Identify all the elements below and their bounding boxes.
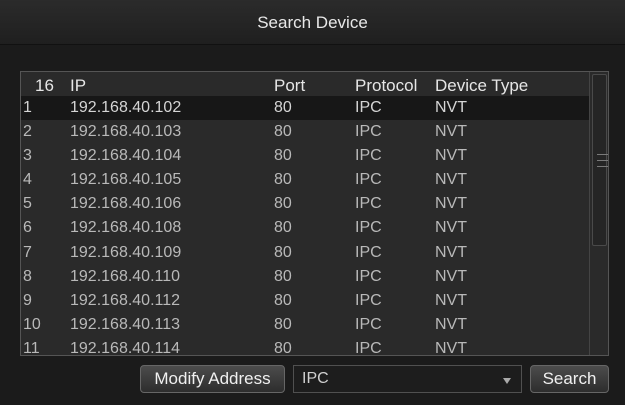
row-protocol: IPC <box>355 291 382 309</box>
row-index: 10 <box>23 315 41 333</box>
row-port: 80 <box>274 267 292 285</box>
row-index: 3 <box>23 147 32 165</box>
row-device-type: NVT <box>435 267 467 285</box>
row-ip: 192.168.40.114 <box>70 339 181 356</box>
row-index: 8 <box>23 267 32 285</box>
title-bar: Search Device <box>0 0 625 45</box>
row-port: 80 <box>274 339 292 356</box>
row-protocol: IPC <box>355 147 382 165</box>
protocol-select[interactable]: IPC <box>293 365 522 393</box>
table-row[interactable]: 2 192.168.40.103 80 IPC NVT <box>21 120 589 144</box>
row-protocol: IPC <box>355 243 382 261</box>
table-row[interactable]: 10 192.168.40.113 80 IPC NVT <box>21 313 589 337</box>
row-index: 7 <box>23 243 32 261</box>
row-index: 2 <box>23 123 32 141</box>
row-device-type: NVT <box>435 315 467 333</box>
row-device-type: NVT <box>435 99 467 116</box>
row-ip: 192.168.40.112 <box>70 291 181 309</box>
row-port: 80 <box>274 243 292 261</box>
table-row[interactable]: 7 192.168.40.109 80 IPC NVT <box>21 241 589 265</box>
table-row[interactable]: 9 192.168.40.112 80 IPC NVT <box>21 289 589 313</box>
row-index: 11 <box>23 339 40 356</box>
chevron-down-icon[interactable] <box>503 378 511 384</box>
port-column-header: Port <box>274 76 306 95</box>
row-device-type: NVT <box>435 339 467 356</box>
table-row[interactable]: 4 192.168.40.105 80 IPC NVT <box>21 168 589 192</box>
search-device-dialog: Search Device 16 IP Port Protocol Device… <box>0 0 625 405</box>
scroll-thumb[interactable] <box>592 74 608 246</box>
row-protocol: IPC <box>355 267 382 285</box>
row-protocol: IPC <box>355 219 382 237</box>
row-device-type: NVT <box>435 219 467 237</box>
row-device-type: NVT <box>435 147 467 165</box>
row-device-type: NVT <box>435 291 467 309</box>
protocol-select-value: IPC <box>302 370 329 387</box>
row-index: 4 <box>23 171 32 189</box>
row-port: 80 <box>274 195 292 213</box>
row-device-type: NVT <box>435 195 467 213</box>
table-row[interactable]: 6 192.168.40.108 80 IPC NVT <box>21 216 589 240</box>
device-rows: 1 192.168.40.102 80 IPC NVT 2 192.168.40.103 80… <box>21 96 589 356</box>
row-index: 6 <box>23 219 32 237</box>
row-protocol: IPC <box>355 123 382 141</box>
row-port: 80 <box>274 219 292 237</box>
table-row[interactable]: 3 192.168.40.104 80 IPC NVT <box>21 144 589 168</box>
device-count: 16 <box>35 76 54 95</box>
modify-address-button[interactable]: Modify Address <box>140 365 285 393</box>
device-list[interactable]: 16 IP Port Protocol Device Type 1 192.168… <box>20 71 609 356</box>
ip-column-header: IP <box>70 76 87 95</box>
row-index: 1 <box>23 99 32 116</box>
row-index: 5 <box>23 195 32 213</box>
protocol-column-header: Protocol <box>355 76 418 95</box>
row-ip: 192.168.40.103 <box>70 123 182 141</box>
row-ip: 192.168.40.106 <box>70 195 182 213</box>
row-port: 80 <box>274 291 292 309</box>
row-protocol: IPC <box>355 171 382 189</box>
row-port: 80 <box>274 99 292 116</box>
row-device-type: NVT <box>435 123 467 141</box>
table-row[interactable]: 11 192.168.40.114 80 IPC NVT <box>21 337 589 356</box>
row-ip: 192.168.40.104 <box>70 147 182 165</box>
table-row[interactable]: 1 192.168.40.102 80 IPC NVT <box>21 96 589 121</box>
row-device-type: NVT <box>435 171 467 189</box>
row-protocol: IPC <box>355 195 382 213</box>
row-ip: 192.168.40.109 <box>70 243 182 261</box>
table-row[interactable]: 8 192.168.40.110 80 IPC NVT <box>21 265 589 289</box>
row-protocol: IPC <box>355 315 382 333</box>
row-protocol: IPC <box>355 99 382 116</box>
device-type-column-header: Device Type <box>435 76 529 95</box>
grip-icon <box>597 154 608 167</box>
row-ip: 192.168.40.102 <box>70 99 182 116</box>
row-ip: 192.168.40.105 <box>70 171 182 189</box>
row-ip: 192.168.40.113 <box>70 315 181 333</box>
row-device-type: NVT <box>435 243 467 261</box>
row-index: 9 <box>23 291 32 309</box>
row-port: 80 <box>274 171 292 189</box>
scrollbar[interactable] <box>589 72 608 355</box>
row-protocol: IPC <box>355 339 382 356</box>
row-port: 80 <box>274 147 292 165</box>
row-port: 80 <box>274 315 292 333</box>
table-row[interactable]: 5 192.168.40.106 80 IPC NVT <box>21 192 589 216</box>
row-port: 80 <box>274 123 292 141</box>
table-header: 16 IP Port Protocol Device Type <box>21 72 589 96</box>
dialog-title: Search Device <box>257 13 368 32</box>
row-ip: 192.168.40.110 <box>70 267 181 285</box>
search-button[interactable]: Search <box>530 365 609 393</box>
row-ip: 192.168.40.108 <box>70 219 182 237</box>
